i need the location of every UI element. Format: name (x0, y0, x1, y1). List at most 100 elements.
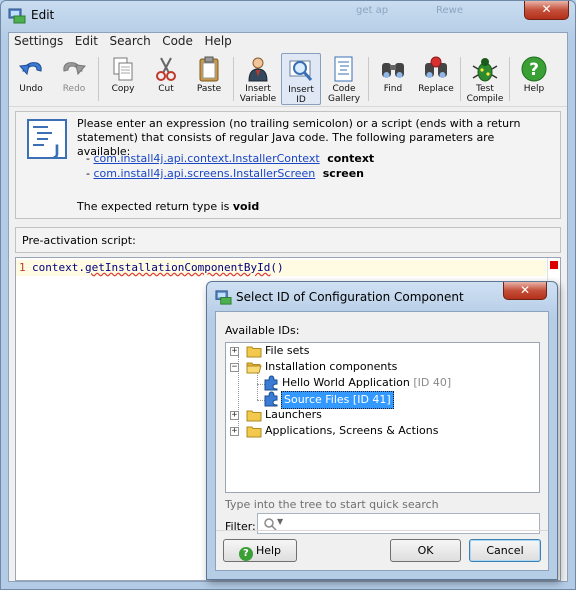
expand-icon[interactable]: + (230, 411, 239, 420)
undo-icon (18, 62, 42, 76)
help-icon: ? (521, 56, 547, 82)
tree-node-label: Installation components (265, 360, 398, 373)
tree-node-label: Applications, Screens & Actions (265, 424, 439, 437)
menu-code[interactable]: Code (158, 33, 197, 50)
redo-label: Redo (62, 84, 86, 94)
component-name: Hello World Application (282, 376, 410, 389)
param-type-link[interactable]: com.install4j.api.context.InstallerConte… (93, 152, 319, 165)
return-type-line: The expected return type is void (77, 200, 259, 213)
help-label: Help (523, 84, 545, 94)
copy-label: Copy (111, 84, 135, 94)
cut-label: Cut (158, 84, 174, 94)
toolbar-separator (233, 57, 234, 101)
component-id: [ID 40] (413, 376, 452, 389)
code-args: () (270, 261, 284, 274)
undo-button[interactable]: Undo (11, 53, 51, 105)
background-text: get ap (356, 5, 389, 16)
code-line[interactable]: context.getInstallationComponentById() (32, 261, 284, 274)
magnifier-id-icon (289, 60, 313, 81)
param-name: screen (322, 167, 364, 180)
dialog-close-button[interactable]: ✕ (503, 282, 547, 300)
code-gallery-icon (334, 56, 353, 82)
dialog-app-icon (215, 290, 232, 305)
insert-id-button[interactable]: Insert ID (281, 53, 321, 105)
copy-icon (113, 57, 133, 81)
background-text: Rewe (436, 5, 463, 16)
dialog-title-bar[interactable]: Select ID of Configuration Component ✕ (207, 282, 557, 310)
menu-help[interactable]: Help (200, 33, 235, 50)
dialog-help-button[interactable]: ? Help (223, 539, 297, 562)
insert-id-label-line2: ID (296, 95, 306, 105)
menu-settings[interactable]: Settings (10, 33, 67, 50)
id-tree[interactable]: + File sets − Installation components He (225, 342, 540, 493)
binoculars-icon (382, 63, 404, 78)
paste-label: Paste (196, 84, 222, 94)
redo-icon (63, 62, 87, 76)
redo-button[interactable]: Redo (54, 53, 94, 105)
tree-node-label: Launchers (265, 408, 322, 421)
dropdown-arrow-icon[interactable]: ▼ (277, 517, 283, 526)
tree-connector (257, 372, 258, 400)
find-label: Find (383, 84, 403, 94)
param-name: context (327, 152, 375, 165)
title-bar[interactable]: Edit get ap Rewe ✕ (1, 1, 575, 31)
dialog-button-bar: ? Help OK Cancel (216, 530, 548, 570)
tree-node-label: Hello World Application [ID 40] (282, 375, 451, 391)
script-document-icon: J (27, 119, 67, 159)
test-compile-label-line1: Test (476, 84, 494, 94)
help-button[interactable]: ? Help (514, 53, 554, 105)
svg-text:J: J (53, 143, 59, 159)
collapse-icon[interactable]: − (230, 363, 239, 372)
paste-icon (199, 56, 219, 82)
menu-bar: Settings Edit Search Code Help (9, 33, 567, 51)
menu-search[interactable]: Search (105, 33, 154, 50)
replace-button[interactable]: Replace (416, 53, 456, 105)
return-type-prefix: The expected return type is (77, 200, 230, 213)
app-icon (8, 8, 26, 24)
cancel-label: Cancel (486, 544, 524, 557)
ok-button[interactable]: OK (390, 539, 461, 562)
search-icon[interactable] (263, 517, 277, 531)
expand-icon[interactable]: + (230, 427, 239, 436)
select-id-dialog: Select ID of Configuration Component ✕ A… (206, 281, 558, 580)
expand-icon[interactable]: + (230, 347, 239, 356)
param-bullet: - (86, 167, 90, 180)
copy-button[interactable]: Copy (103, 53, 143, 105)
toolbar-separator (509, 57, 510, 101)
available-ids-label: Available IDs: (225, 324, 300, 337)
script-label-box: Pre-activation script: (15, 227, 561, 253)
dialog-client-area: Available IDs: + File sets − Installatio… (215, 311, 549, 571)
info-panel: J Please enter an expression (no trailin… (15, 111, 561, 219)
dialog-help-label: Help (255, 544, 282, 557)
open-folder-icon (246, 362, 262, 374)
param-context: - com.install4j.api.context.InstallerCon… (86, 152, 374, 165)
toolbar-separator (98, 57, 99, 101)
tree-node-label: File sets (265, 344, 310, 357)
folder-icon (246, 410, 262, 422)
insert-variable-button[interactable]: Insert Variable (238, 53, 278, 105)
cut-button[interactable]: Cut (146, 53, 186, 105)
person-icon (248, 57, 268, 82)
insert-variable-label-line2: Variable (239, 94, 277, 104)
test-compile-label-line2: Compile (466, 94, 504, 104)
folder-icon (246, 346, 262, 358)
test-compile-button[interactable]: Test Compile (465, 53, 505, 105)
error-marker[interactable] (550, 261, 558, 269)
param-screen: - com.install4j.api.screens.InstallerScr… (86, 167, 364, 180)
line-number: 1 (19, 261, 26, 274)
return-type-value: void (232, 200, 260, 213)
menu-edit[interactable]: Edit (71, 33, 102, 50)
find-button[interactable]: Find (373, 53, 413, 105)
scissors-icon (156, 57, 176, 81)
replace-icon (425, 56, 447, 78)
insert-id-label-line1: Insert (288, 85, 314, 95)
close-button[interactable]: ✕ (524, 1, 569, 20)
code-gallery-label-line1: Code (332, 84, 356, 94)
cancel-button[interactable]: Cancel (469, 539, 541, 562)
puzzle-component-icon (264, 391, 278, 407)
undo-label: Undo (19, 84, 43, 94)
bug-icon (472, 58, 498, 82)
paste-button[interactable]: Paste (189, 53, 229, 105)
param-type-link[interactable]: com.install4j.api.screens.InstallerScree… (93, 167, 315, 180)
code-gallery-button[interactable]: Code Gallery (324, 53, 364, 105)
